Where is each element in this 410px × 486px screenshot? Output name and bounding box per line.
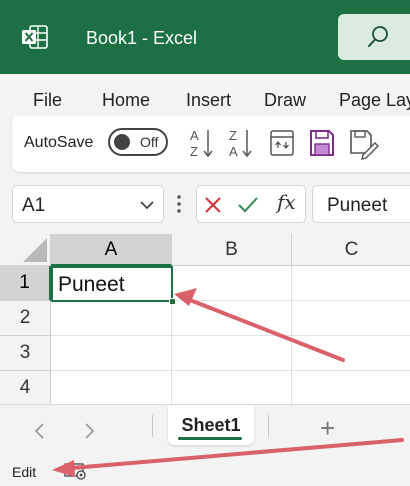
cell-a1[interactable]: Puneet — [51, 266, 173, 302]
tab-page-layout[interactable]: Page Lay — [339, 90, 410, 111]
formula-input[interactable]: Puneet — [312, 185, 410, 223]
chevron-down-icon[interactable] — [139, 200, 155, 210]
svg-text:A: A — [190, 128, 199, 143]
row-header-2[interactable]: 2 — [0, 301, 51, 336]
quick-access-toolbar: AutoSave Off A Z Z A — [12, 116, 410, 172]
cell-a3[interactable] — [51, 336, 172, 371]
row-header-4[interactable]: 4 — [0, 371, 51, 404]
select-all-triangle-icon — [23, 238, 47, 262]
select-all-button[interactable] — [0, 234, 51, 266]
cell-c2[interactable] — [292, 301, 410, 336]
drag-handle-icon[interactable] — [176, 194, 182, 214]
worksheet-grid: A B C 1 2 3 4 Puneet — [0, 234, 410, 404]
chevron-left-icon[interactable] — [33, 422, 45, 440]
formula-buttons: fx — [196, 185, 306, 223]
calendar-icon[interactable] — [268, 126, 296, 160]
name-box[interactable]: A1 — [12, 185, 164, 223]
toggle-knob — [114, 134, 130, 150]
cancel-icon[interactable] — [204, 196, 222, 214]
column-header-a[interactable]: A — [51, 234, 172, 266]
cell-b4[interactable] — [172, 371, 292, 404]
cell-c3[interactable] — [292, 336, 410, 371]
svg-text:Z: Z — [190, 144, 198, 159]
sheet-tab-bar: Sheet1 + — [0, 404, 410, 456]
add-sheet-button[interactable]: + — [320, 413, 335, 444]
cell-b2[interactable] — [172, 301, 292, 336]
excel-logo-icon — [22, 25, 48, 49]
sort-ascending-icon[interactable]: A Z — [188, 126, 216, 160]
search-button[interactable] — [338, 14, 410, 60]
cell-c1[interactable] — [292, 266, 410, 301]
formula-value: Puneet — [327, 195, 388, 216]
row-header-1[interactable]: 1 — [0, 266, 51, 301]
save-edit-icon[interactable] — [348, 126, 380, 160]
cell-c4[interactable] — [292, 371, 410, 404]
row-header-3[interactable]: 3 — [0, 336, 51, 371]
autosave-toggle[interactable]: Off — [108, 128, 168, 156]
tab-file[interactable]: File — [33, 90, 62, 111]
cell-a4[interactable] — [51, 371, 172, 404]
tab-divider — [268, 415, 269, 437]
column-header-c[interactable]: C — [292, 234, 410, 266]
active-sheet-indicator — [178, 437, 242, 440]
column-header-b[interactable]: B — [172, 234, 292, 266]
save-icon[interactable] — [308, 126, 336, 160]
cell-mode-icon[interactable] — [64, 462, 88, 480]
svg-text:Z: Z — [229, 128, 237, 143]
tab-divider — [152, 415, 153, 437]
tab-insert[interactable]: Insert — [186, 90, 231, 111]
cell-b1[interactable] — [173, 266, 292, 301]
autosave-state: Off — [140, 134, 159, 150]
cell-a2[interactable] — [51, 301, 172, 336]
tab-draw[interactable]: Draw — [264, 90, 306, 111]
search-icon — [368, 26, 388, 47]
window-title: Book1 - Excel — [86, 28, 198, 48]
tab-home[interactable]: Home — [102, 90, 150, 111]
title-bar: Book1 - Excel — [0, 0, 410, 74]
status-bar: Edit — [0, 456, 410, 486]
checkmark-icon[interactable] — [237, 196, 259, 214]
insert-function-button[interactable]: fx — [277, 190, 296, 214]
autosave-label: AutoSave — [24, 134, 94, 151]
formula-bar: A1 fx Puneet — [0, 182, 410, 234]
fill-handle[interactable] — [169, 298, 176, 305]
sort-descending-icon[interactable]: Z A — [227, 126, 255, 160]
svg-text:A: A — [229, 144, 238, 159]
chevron-right-icon[interactable] — [84, 422, 96, 440]
name-box-value: A1 — [22, 195, 46, 216]
status-mode: Edit — [12, 464, 37, 480]
cell-b3[interactable] — [172, 336, 292, 371]
